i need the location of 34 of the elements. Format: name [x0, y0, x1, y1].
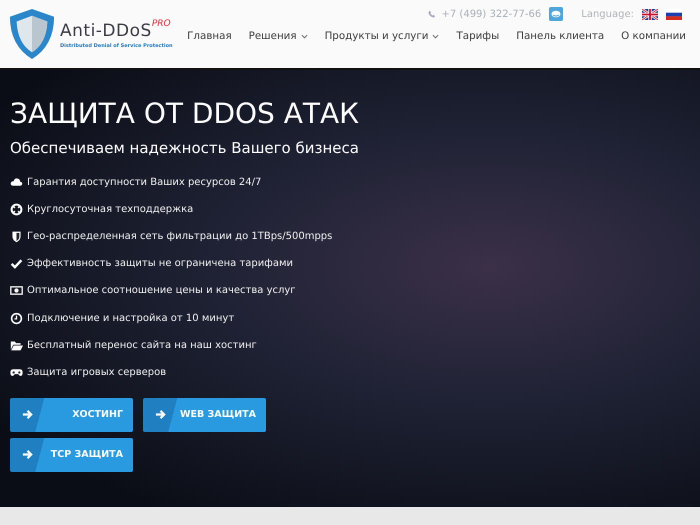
arrow-icon	[155, 409, 166, 420]
hero-title: ЗАЩИТА ОТ DDOS АТАК	[10, 96, 360, 132]
hero-subtitle: Обеспечиваем надежность Вашего бизнеса	[10, 139, 360, 157]
nav-link[interactable]: Решения	[248, 30, 308, 42]
shield-logo-icon	[8, 7, 56, 61]
language-label: Language:	[581, 8, 634, 20]
lifebuoy-icon	[10, 203, 23, 216]
arrow-icon	[22, 409, 33, 420]
feature-text: Бесплатный перенос сайта на наш хостинг	[27, 340, 257, 351]
arrow-icon	[22, 449, 33, 460]
chat-icon[interactable]	[549, 7, 564, 21]
phone-icon	[428, 10, 436, 18]
folder-icon	[10, 338, 23, 352]
banknote-icon	[10, 284, 23, 298]
logo-superscript: PRO	[152, 19, 171, 29]
nav-link[interactable]: Продукты и услуги	[324, 30, 440, 42]
caret-icon	[300, 34, 308, 38]
flag-icon[interactable]	[642, 8, 658, 20]
nav-link[interactable]: Тарифы	[456, 30, 500, 42]
feature-text: Гарантия доступности Ваших ресурсов 24/7	[27, 177, 262, 188]
caret-icon	[432, 34, 440, 38]
feature-text: Круглосуточная техподдержка	[27, 204, 194, 216]
feature-text: Подключение и настройка от 10 минут	[27, 312, 234, 324]
shield-icon	[10, 230, 23, 244]
clock-icon	[10, 312, 23, 325]
feature-text: Эффективность защиты не ограничена тарифами	[27, 258, 293, 270]
logo-name: Anti-DDoS	[60, 20, 152, 43]
feature-text: Гео-распределенная сеть фильтрации до 1TBps/500mpps	[27, 231, 332, 242]
check-icon	[10, 257, 23, 270]
feature-text: Оптимальное соотношение цены и качества услуг	[27, 285, 296, 296]
nav-link[interactable]: Панель клиента	[516, 30, 604, 42]
nav-link[interactable]: Главная	[187, 30, 232, 42]
feature-text: Защита игровых серверов	[27, 366, 166, 378]
nav-link[interactable]: О компании	[621, 30, 686, 42]
